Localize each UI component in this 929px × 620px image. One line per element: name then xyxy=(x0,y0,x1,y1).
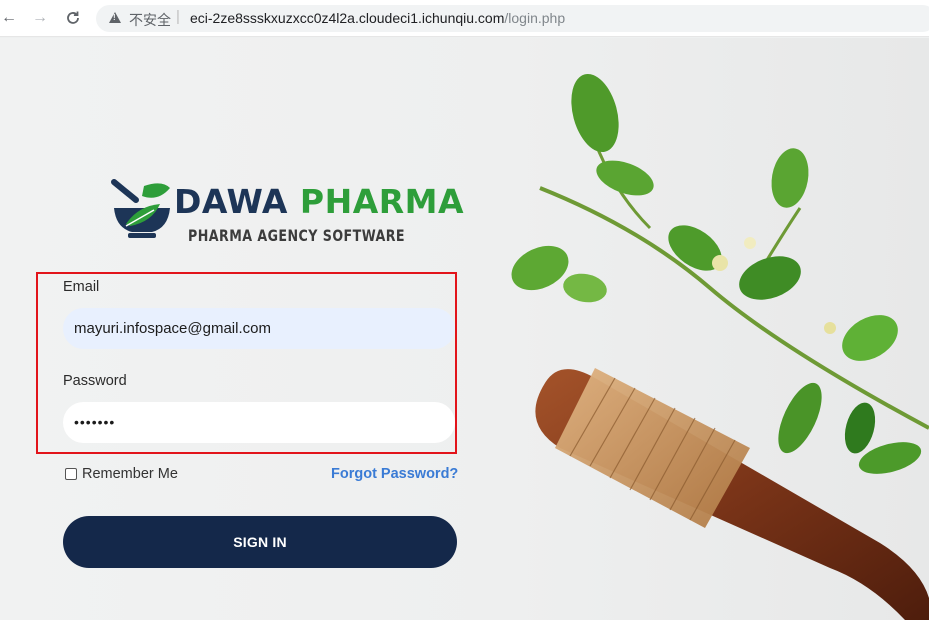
sign-in-button[interactable]: SIGN IN xyxy=(63,516,457,568)
url-path: /login.php xyxy=(504,10,566,26)
browser-toolbar: ← → 不安全 | eci-2ze8ssskxuzxcc0z4l2a.cloud… xyxy=(0,0,929,37)
reload-icon[interactable] xyxy=(64,9,82,27)
logo-subtitle: PHARMA AGENCY SOFTWARE xyxy=(188,226,406,245)
warning-triangle-icon[interactable] xyxy=(109,12,121,23)
mortar-pestle-leaf-icon xyxy=(111,179,170,238)
security-label[interactable]: 不安全 xyxy=(129,10,171,30)
logo-title-dawa: DAWA xyxy=(174,182,288,221)
remember-me[interactable]: Remember Me xyxy=(65,466,178,482)
address-separator: | xyxy=(176,8,180,25)
url-host: eci-2ze8ssskxuzxcc0z4l2a.cloudeci1.ichun… xyxy=(190,10,505,26)
forward-arrow-icon[interactable]: → xyxy=(31,9,49,27)
remember-checkbox[interactable] xyxy=(65,468,77,480)
back-arrow-icon[interactable]: ← xyxy=(0,9,18,27)
forgot-password-link[interactable]: Forgot Password? xyxy=(331,466,458,482)
password-label: Password xyxy=(63,373,127,389)
email-field[interactable]: mayuri.infospace@gmail.com xyxy=(63,308,455,349)
logo-title: DAWA PHARMA xyxy=(174,182,464,221)
login-page: DAWA PHARMA PHARMA AGENCY SOFTWARE Email… xyxy=(0,38,929,620)
password-field[interactable]: ••••••• xyxy=(63,402,455,443)
logo-title-pharma: PHARMA xyxy=(299,182,465,221)
url-text[interactable]: eci-2ze8ssskxuzxcc0z4l2a.cloudeci1.ichun… xyxy=(190,10,565,26)
dawa-pharma-logo: DAWA PHARMA PHARMA AGENCY SOFTWARE xyxy=(108,178,464,253)
remember-label[interactable]: Remember Me xyxy=(82,466,178,482)
herb-and-pestle-illustration xyxy=(511,73,929,620)
address-bar[interactable]: 不安全 | eci-2ze8ssskxuzxcc0z4l2a.cloudeci1… xyxy=(96,5,929,32)
email-label: Email xyxy=(63,279,100,295)
